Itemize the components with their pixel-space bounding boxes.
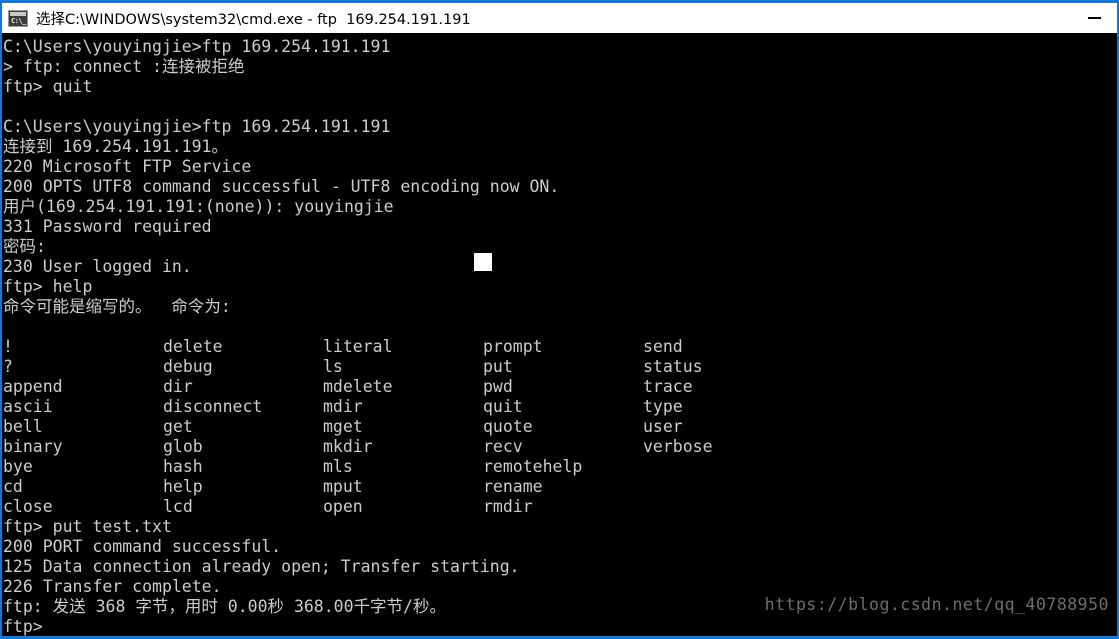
command-cell: rename [483, 477, 543, 496]
command-table-row: cd help mput rename [2, 477, 1117, 497]
console-line: 命令可能是缩写的。 命令为: [3, 297, 231, 316]
command-cell: lcd [163, 497, 193, 516]
command-table-row: ! delete literal prompt send [2, 337, 1117, 357]
cmd-console-icon-prompt: C:\_ [11, 16, 26, 25]
command-cell: cd [3, 477, 23, 496]
command-cell: send [643, 337, 683, 356]
console-line: ftp> quit [3, 77, 93, 96]
command-cell: append [3, 377, 63, 396]
command-cell: quote [483, 417, 533, 436]
command-table-row: binary glob mkdir recv verbose [2, 437, 1117, 457]
command-cell: ls [323, 357, 343, 376]
command-cell: ascii [3, 397, 53, 416]
cmd-console-icon: C:\_ [8, 9, 28, 27]
command-cell: bye [3, 457, 33, 476]
window-controls [1071, 3, 1117, 33]
command-cell: close [3, 497, 53, 516]
command-cell: hash [163, 457, 203, 476]
console-line: 连接到 169.254.191.191。 [3, 137, 228, 156]
console-line: 125 Data connection already open; Transf… [3, 557, 520, 576]
console-text-buffer: C:\Users\youyingjie>ftp 169.254.191.191 … [2, 37, 1117, 636]
console-prompt-line: ftp> [3, 617, 43, 636]
console-line: 200 OPTS UTF8 command successful - UTF8 … [3, 177, 560, 196]
command-cell [643, 497, 803, 517]
command-cell: user [643, 417, 683, 436]
command-cell: delete [163, 337, 223, 356]
minimize-button[interactable] [1071, 3, 1117, 33]
command-cell: mget [323, 417, 363, 436]
window-title: 选择C:\WINDOWS\system32\cmd.exe - ftp 169.… [36, 11, 471, 28]
console-output-area[interactable]: C:\Users\youyingjie>ftp 169.254.191.191 … [2, 33, 1117, 636]
console-line: C:\Users\youyingjie>ftp 169.254.191.191 [3, 117, 391, 136]
console-line: 220 Microsoft FTP Service [3, 157, 252, 176]
command-cell: status [643, 357, 703, 376]
command-cell: ? [3, 357, 13, 376]
command-cell: ! [3, 337, 13, 356]
command-cell: mput [323, 477, 363, 496]
command-table-row: ? debug ls put status [2, 357, 1117, 377]
command-cell: bell [3, 417, 43, 436]
command-cell: quit [483, 397, 523, 416]
command-cell: help [163, 477, 203, 496]
command-cell: debug [163, 357, 213, 376]
command-cell: mls [323, 457, 353, 476]
console-line: 226 Transfer complete. [3, 577, 222, 596]
minimize-icon [1087, 17, 1101, 19]
console-line: 密码: [3, 237, 46, 256]
command-cell: mdelete [323, 377, 393, 396]
command-cell: recv [483, 437, 523, 456]
command-table-row: append dir mdelete pwd trace [2, 377, 1117, 397]
console-line: 用户(169.254.191.191:(none)): youyingjie [3, 197, 394, 216]
command-cell: mkdir [323, 437, 373, 456]
command-cell [643, 457, 803, 477]
console-line: ftp> help [3, 277, 93, 296]
command-cell: get [163, 417, 193, 436]
command-cell: type [643, 397, 683, 416]
cmd-window: C:\_ 选择C:\WINDOWS\system32\cmd.exe - ftp… [0, 0, 1119, 639]
console-line: > ftp: connect :连接被拒绝 [3, 57, 245, 76]
command-cell: rmdir [483, 497, 533, 516]
console-line: 331 Password required [3, 217, 212, 236]
command-cell: put [483, 357, 513, 376]
console-line: C:\Users\youyingjie>ftp 169.254.191.191 [3, 37, 391, 56]
command-cell: pwd [483, 377, 513, 396]
titlebar[interactable]: C:\_ 选择C:\WINDOWS\system32\cmd.exe - ftp… [2, 3, 1117, 33]
command-cell: prompt [483, 337, 543, 356]
console-line: ftp> put test.txt [3, 517, 172, 536]
command-table-row: bye hash mls remotehelp [2, 457, 1117, 477]
command-cell: literal [323, 337, 393, 356]
block-cursor [474, 253, 492, 271]
command-cell: mdir [323, 397, 363, 416]
command-table-row: close lcd open rmdir [2, 497, 1117, 517]
command-cell [643, 477, 803, 497]
command-table-row: bell get mget quote user [2, 417, 1117, 437]
command-cell: trace [643, 377, 693, 396]
console-line: 200 PORT command successful. [3, 537, 282, 556]
command-cell: remotehelp [483, 457, 583, 476]
command-cell: binary [3, 437, 63, 456]
console-line: 230 User logged in. [3, 257, 192, 276]
command-cell: verbose [643, 437, 713, 456]
command-cell: dir [163, 377, 193, 396]
command-cell: open [323, 497, 363, 516]
watermark-text: https://blog.csdn.net/qq_40788950 [764, 595, 1109, 614]
command-table-row: ascii disconnect mdir quit type [2, 397, 1117, 417]
command-cell: disconnect [163, 397, 263, 416]
command-cell: glob [163, 437, 203, 456]
